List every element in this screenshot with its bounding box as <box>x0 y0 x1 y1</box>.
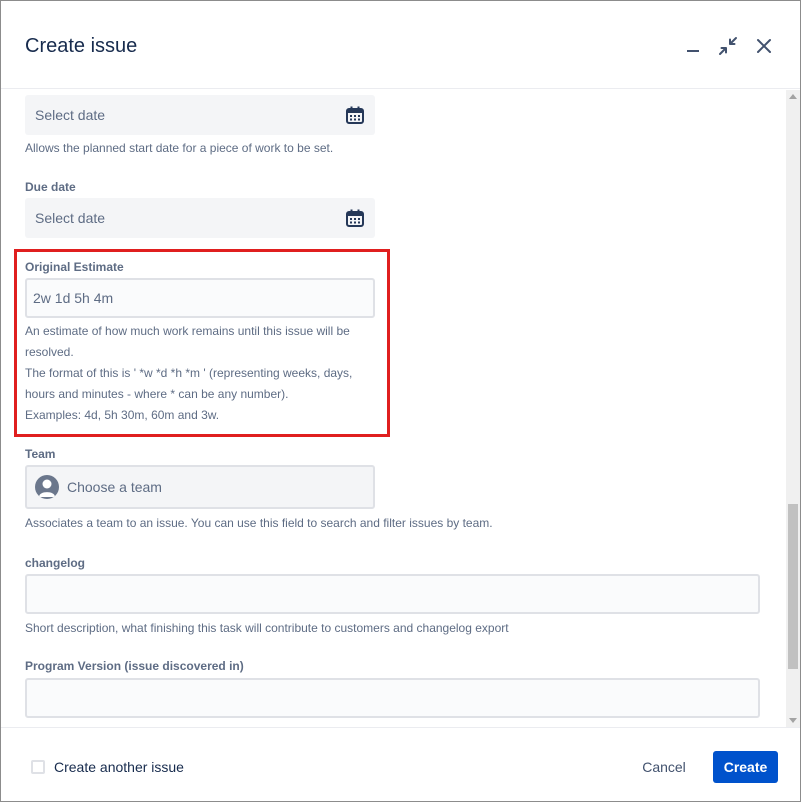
minimize-icon <box>687 50 699 52</box>
scrollbar-thumb[interactable] <box>788 504 798 669</box>
changelog-help: Short description, what finishing this t… <box>25 621 509 635</box>
scroll-up-icon[interactable] <box>789 94 797 99</box>
start-date-picker[interactable]: Select date <box>25 95 375 135</box>
close-button[interactable] <box>749 31 779 61</box>
team-label: Team <box>25 447 56 461</box>
due-date-placeholder: Select date <box>35 210 106 226</box>
calendar-icon <box>346 106 364 124</box>
close-icon <box>757 39 771 53</box>
user-icon <box>39 479 55 497</box>
team-placeholder: Choose a team <box>67 479 162 495</box>
collapse-button[interactable] <box>713 31 743 61</box>
highlight-box <box>14 249 390 437</box>
avatar <box>35 475 59 499</box>
create-button[interactable]: Create <box>713 751 778 783</box>
scrollbar[interactable] <box>786 90 800 727</box>
due-date-label: Due date <box>25 180 76 194</box>
due-date-picker[interactable]: Select date <box>25 198 375 238</box>
calendar-icon <box>346 209 364 227</box>
changelog-input[interactable] <box>25 574 760 614</box>
changelog-label: changelog <box>25 556 86 570</box>
dialog-body: Select date Allows the planned start dat… <box>1 90 786 727</box>
minimize-button[interactable] <box>678 31 708 61</box>
create-another-label[interactable]: Create another issue <box>54 759 184 775</box>
start-date-help: Allows the planned start date for a piec… <box>25 141 334 155</box>
create-issue-dialog: Create issue Select date Allows the plan… <box>0 0 801 802</box>
program-version-label: Program Version (issue discovered in) <box>25 659 244 673</box>
dialog-header: Create issue <box>1 1 800 89</box>
program-version-input[interactable] <box>25 678 760 718</box>
team-picker[interactable]: Choose a team <box>25 465 375 509</box>
dialog-footer: Create another issue Cancel Create <box>1 727 800 801</box>
collapse-icon <box>719 37 737 55</box>
start-date-placeholder: Select date <box>35 107 106 123</box>
create-another-checkbox[interactable] <box>31 760 45 774</box>
scroll-down-icon[interactable] <box>789 718 797 723</box>
cancel-button[interactable]: Cancel <box>629 751 699 783</box>
dialog-title: Create issue <box>25 35 138 57</box>
team-help: Associates a team to an issue. You can u… <box>25 516 493 530</box>
